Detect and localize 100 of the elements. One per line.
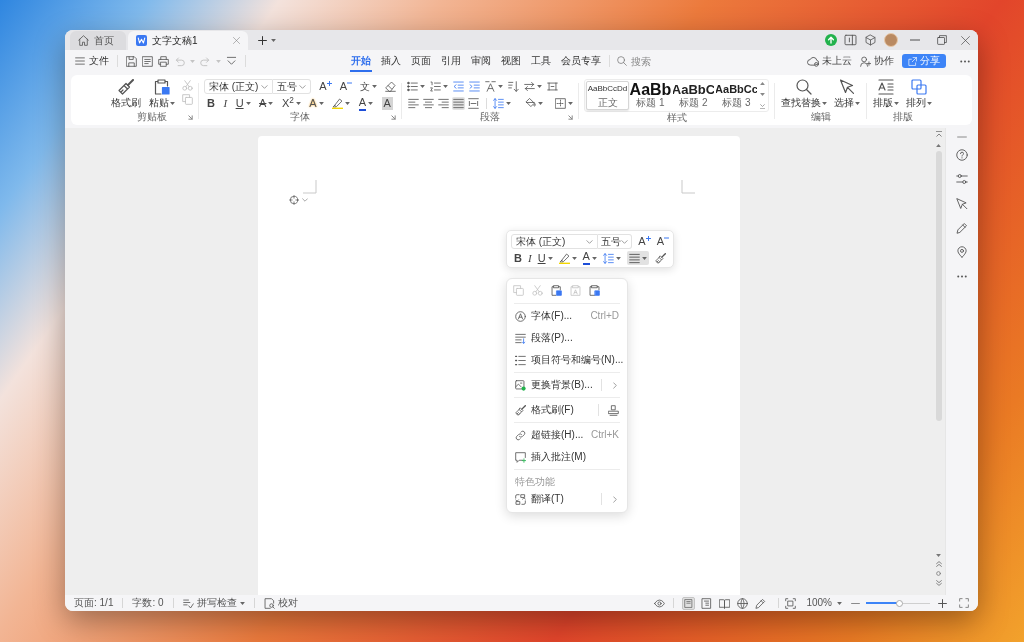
font-size-dropdown[interactable]: 五号: [273, 79, 312, 94]
zoom-in-icon[interactable]: [938, 598, 947, 608]
scroll-up-icon[interactable]: [760, 82, 765, 85]
chevron-down-icon[interactable]: [226, 55, 237, 67]
spell-check-button[interactable]: 拼写检查: [182, 597, 245, 609]
ribbon-tab[interactable]: 审阅: [470, 50, 492, 72]
border-icon[interactable]: [555, 98, 566, 109]
frame-icon[interactable]: [785, 597, 797, 609]
underline-button[interactable]: U: [235, 98, 251, 109]
font-name-dropdown[interactable]: 宋体 (正文): [511, 234, 599, 249]
ribbon-tab[interactable]: 工具: [530, 50, 552, 72]
caret-icon[interactable]: [268, 102, 274, 105]
zoom-slider[interactable]: [866, 599, 930, 607]
caret-icon[interactable]: [420, 85, 425, 88]
fullscreen-icon[interactable]: [959, 598, 969, 608]
proofread-button[interactable]: 校对: [263, 597, 298, 609]
caret-icon[interactable]: [855, 101, 860, 105]
style-item[interactable]: AaBbC 标题 2: [672, 81, 715, 110]
clipboard-icon[interactable]: [551, 285, 562, 296]
double-caret-up-icon[interactable]: [935, 561, 942, 567]
pen-icon[interactable]: [754, 596, 768, 610]
caret-icon[interactable]: [368, 102, 374, 105]
document-icon[interactable]: [700, 596, 714, 610]
distributed-icon[interactable]: [467, 97, 480, 110]
italic-button[interactable]: I: [527, 252, 532, 264]
chevron-up-icon[interactable]: [935, 131, 942, 137]
menu-item[interactable]: 超链接(H)... Ctrl+K: [507, 424, 627, 446]
caret-icon[interactable]: [443, 85, 448, 88]
format-painter-button[interactable]: 格式刷: [110, 79, 142, 108]
zoom-slider-thumb[interactable]: [895, 599, 903, 607]
underline-button[interactable]: U: [537, 252, 553, 264]
more-icon[interactable]: [957, 275, 967, 278]
home-tab[interactable]: 首页: [70, 31, 126, 50]
restore-icon[interactable]: [937, 35, 947, 45]
caret-icon[interactable]: [345, 102, 351, 105]
text-layout-icon[interactable]: [485, 81, 496, 92]
caret-icon[interactable]: [837, 601, 842, 605]
phonetic-guide-button[interactable]: 文: [360, 81, 377, 92]
sliders-icon[interactable]: [956, 173, 968, 185]
bullet-list-icon[interactable]: [407, 81, 418, 92]
typeset-button[interactable]: 排版: [872, 79, 900, 108]
grow-font-button[interactable]: A: [638, 236, 651, 247]
corner-arrow-icon[interactable]: [391, 114, 396, 120]
globe-icon[interactable]: [736, 596, 750, 610]
menu-item[interactable]: 项目符号和编号(N)...: [507, 349, 627, 371]
bold-button[interactable]: B: [514, 252, 522, 264]
close-icon[interactable]: [961, 35, 970, 45]
share-button[interactable]: 分享: [902, 54, 946, 68]
caret-icon[interactable]: [615, 256, 621, 260]
scroll-down-icon[interactable]: [760, 93, 765, 96]
caret-icon[interactable]: [568, 102, 573, 105]
save-icon[interactable]: [126, 55, 137, 67]
file-menu[interactable]: 文件: [75, 56, 109, 66]
menu-item[interactable]: 段落(P)...: [507, 327, 627, 349]
caret-icon[interactable]: [239, 601, 245, 605]
line-spacing-icon[interactable]: [493, 98, 504, 109]
select-button[interactable]: 选择: [833, 79, 861, 108]
text-effect-button[interactable]: A: [309, 98, 324, 109]
italic-button[interactable]: I: [223, 98, 228, 109]
menu-item[interactable]: 翻译(T): [507, 488, 627, 510]
bold-button[interactable]: B: [207, 98, 215, 109]
corner-arrow-icon[interactable]: [188, 114, 193, 120]
shrink-font-button[interactable]: A: [656, 236, 669, 247]
double-caret-down-icon[interactable]: [935, 580, 942, 586]
corner-arrow-icon[interactable]: [568, 114, 573, 120]
chevron-right-icon[interactable]: [613, 381, 617, 389]
find-replace-button[interactable]: 查找替换: [780, 79, 828, 108]
caret-icon[interactable]: [537, 85, 542, 88]
align-right-icon[interactable]: [437, 97, 450, 110]
scroll-up-icon[interactable]: [936, 144, 941, 147]
cloud-status-button[interactable]: 未上云: [807, 55, 852, 67]
font-name-dropdown[interactable]: 宋体 (正文): [204, 79, 274, 94]
caret-icon[interactable]: [591, 256, 597, 260]
avatar[interactable]: [884, 33, 898, 47]
pointer-icon[interactable]: [956, 198, 968, 210]
collaborate-button[interactable]: 协作: [860, 55, 894, 67]
paint-bucket-icon[interactable]: [525, 98, 536, 109]
shrink-font-button[interactable]: A: [339, 81, 352, 92]
document-icon[interactable]: [142, 55, 153, 67]
menu-item[interactable]: 更换背景(B)...: [507, 374, 627, 396]
location-pin-icon[interactable]: [956, 246, 968, 258]
stamp-icon[interactable]: [608, 404, 619, 416]
search-icon[interactable]: [617, 56, 627, 66]
panel-icon[interactable]: [843, 34, 858, 46]
chevron-right-icon[interactable]: [613, 495, 617, 503]
align-center-icon[interactable]: [422, 97, 435, 110]
ribbon-tab[interactable]: 视图: [500, 50, 522, 72]
chevron-down-icon[interactable]: [760, 104, 765, 109]
pen-icon[interactable]: [956, 222, 968, 234]
font-color-button[interactable]: A: [582, 251, 597, 265]
align-button[interactable]: [626, 251, 649, 265]
font-size-dropdown[interactable]: 五号: [598, 234, 633, 249]
caret-icon[interactable]: [571, 256, 577, 260]
paintbrush-icon[interactable]: [654, 252, 666, 264]
eye-icon[interactable]: [654, 597, 666, 609]
caret-icon[interactable]: [170, 101, 175, 105]
caret-icon[interactable]: [498, 85, 503, 88]
sort-icon[interactable]: [508, 81, 519, 92]
menu-item[interactable]: 插入批注(M): [507, 446, 627, 468]
grow-font-button[interactable]: A: [319, 81, 332, 92]
